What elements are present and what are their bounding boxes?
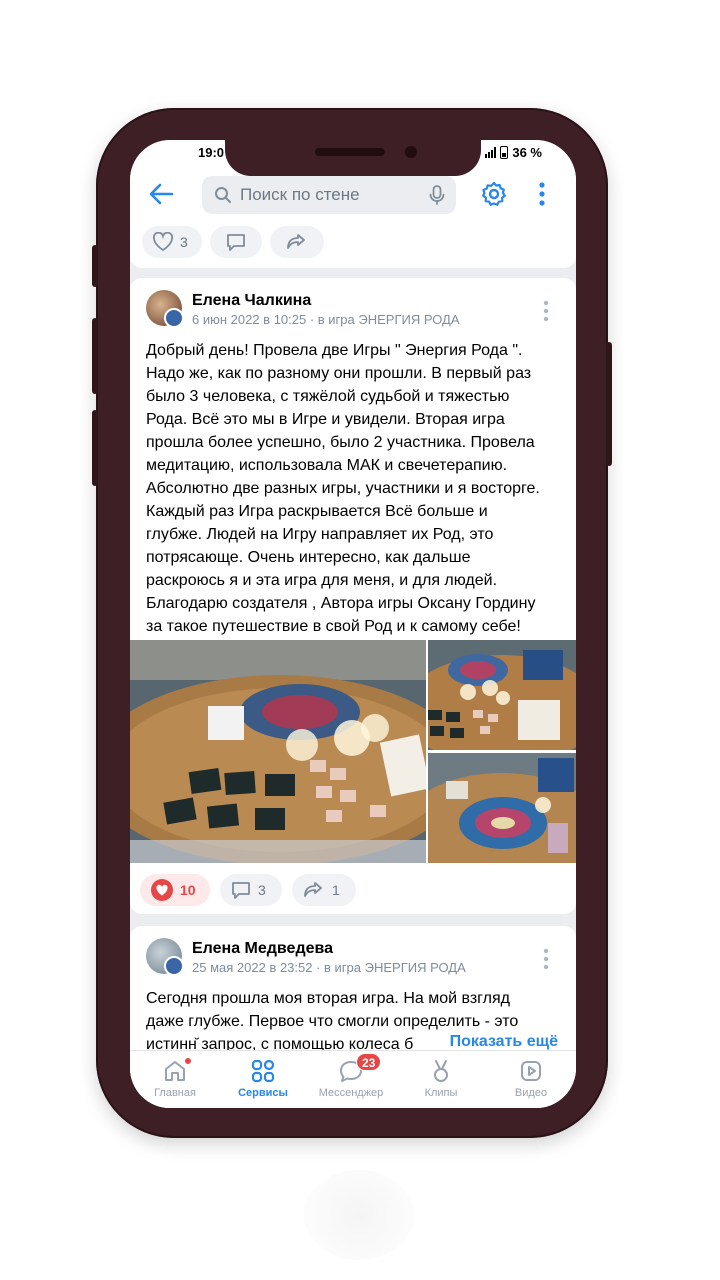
post-author[interactable]: Елена Чалкина: [192, 292, 311, 310]
comment-icon: [232, 882, 250, 899]
comment-button[interactable]: [210, 226, 262, 258]
phone-side-button-right: [606, 342, 612, 466]
post-line: Надо же, как по разному они прошли. В пе…: [146, 365, 532, 382]
clips-icon: [434, 1060, 448, 1082]
group-badge: [164, 308, 184, 328]
battery-icon: [500, 146, 509, 159]
heart-outline-icon: [152, 232, 174, 252]
post-line: за такое путешествие в свой Род и к само…: [146, 618, 521, 635]
like-count: 10: [180, 882, 196, 898]
post-line: было 3 человека, с тяжёлой судьбой и тяж…: [146, 388, 510, 405]
arrow-left-icon: [149, 183, 174, 205]
bottom-navigation: Главная Сервисы Мессенджер 23 Клипы Виде…: [130, 1050, 576, 1108]
post-line: прошла более успешно, было 2 участника. …: [146, 434, 535, 451]
post-card: Елена Чалкина 6 июн 2022 в 10:25 · в игр…: [130, 278, 576, 914]
more-menu-button[interactable]: [530, 180, 554, 208]
photo-grid: [130, 640, 576, 863]
phone-side-button-left-3: [92, 410, 98, 486]
speaker: [315, 148, 385, 156]
nav-label: Видео: [514, 1087, 548, 1099]
nav-label: Клипы: [424, 1087, 458, 1099]
comment-icon: [227, 234, 245, 251]
previous-post-actions: 3: [130, 222, 576, 268]
search-icon: [215, 187, 231, 203]
photo-table-candles: [130, 640, 426, 863]
nav-messenger[interactable]: Мессенджер 23: [306, 1053, 396, 1099]
nav-video[interactable]: Видео: [486, 1057, 576, 1099]
group-badge: [164, 956, 184, 976]
comment-button[interactable]: 3: [220, 874, 282, 906]
video-icon: [521, 1061, 541, 1081]
more-vertical-icon: [539, 182, 545, 206]
nav-label: Главная: [154, 1087, 196, 1099]
share-button[interactable]: [270, 226, 324, 258]
search-placeholder: Поиск по стене: [240, 185, 360, 204]
more-vertical-icon[interactable]: [543, 948, 549, 970]
share-icon: [304, 882, 322, 897]
post-meta[interactable]: 6 июн 2022 в 10:25 · в игра ЭНЕРГИЯ РОДА: [192, 312, 460, 327]
search-input[interactable]: Поиск по стене: [202, 176, 456, 214]
microphone-icon[interactable]: [428, 185, 446, 205]
share-icon: [287, 234, 305, 249]
post-line: Рода. Всё это мы в Игре и увидели. Втора…: [146, 411, 505, 428]
more-vertical-icon[interactable]: [543, 300, 549, 322]
nav-home[interactable]: Главная: [130, 1057, 220, 1099]
photo-top-right[interactable]: [428, 640, 576, 750]
post-line: потрясающе. Очень интересно, как дальше: [146, 549, 471, 566]
post-author[interactable]: Елена Медведева: [192, 940, 333, 958]
status-indicators: 36 %: [485, 145, 542, 160]
messenger-badge: 23: [356, 1053, 382, 1071]
battery-level: 36 %: [512, 145, 542, 160]
post-line: Каждый раз Игра раскрывается Всё больше …: [146, 503, 488, 520]
phone-screen: 19:0 36 % Поиск по стене 3 Елена Чалкина…: [130, 140, 576, 1108]
share-count: 1: [332, 882, 340, 898]
phone-notch: [225, 138, 481, 176]
nav-services[interactable]: Сервисы: [218, 1057, 308, 1099]
notification-dot: [184, 1057, 192, 1065]
photo-mandala: [428, 753, 576, 863]
settings-button[interactable]: [480, 180, 508, 208]
phone-side-button-left-2: [92, 318, 98, 394]
phone-side-button-left-1: [92, 245, 98, 287]
front-camera: [405, 146, 417, 158]
signal-icon: [485, 147, 497, 158]
post-line: раскроюсь я и эта игра для меня, и для л…: [146, 572, 498, 589]
like-count: 3: [180, 234, 188, 250]
heart-filled-icon: [151, 879, 173, 901]
like-button[interactable]: 3: [142, 226, 202, 258]
photo-bottom-right[interactable]: [428, 753, 576, 863]
photo-main[interactable]: [130, 640, 426, 863]
post-line: Добрый день! Провела две Игры " Энергия …: [146, 342, 523, 359]
nav-label: Сервисы: [238, 1087, 288, 1099]
share-button[interactable]: 1: [292, 874, 356, 906]
status-time: 19:0: [198, 145, 225, 160]
nav-clips[interactable]: Клипы: [396, 1057, 486, 1099]
photo-cards-candles: [428, 640, 576, 750]
comment-count: 3: [258, 882, 266, 898]
services-icon: [251, 1059, 275, 1083]
post-text: Добрый день! Провела две Игры " Энергия …: [146, 339, 566, 638]
post-line: глубже. Людей на Игру направляет их Род,…: [146, 526, 494, 543]
gear-icon: [482, 181, 506, 206]
post-line: Абсолютно две разных игры, участники и я…: [146, 480, 540, 497]
like-button[interactable]: 10: [140, 874, 210, 906]
post-line: даже глубже. Первое что смогли определит…: [146, 1013, 519, 1030]
post-line: Сегодня прошла моя вторая игра. На мой в…: [146, 990, 510, 1007]
post-line: медитацию, использовала МАК и свечетерап…: [146, 457, 508, 474]
nav-label: Мессенджер: [318, 1087, 384, 1099]
back-button[interactable]: [146, 180, 176, 208]
show-more-link[interactable]: Показать ещё: [443, 1033, 558, 1051]
watermark-glow: [304, 1170, 414, 1260]
post-meta[interactable]: 25 мая 2022 в 23:52 · в игра ЭНЕРГИЯ РОД…: [192, 960, 466, 975]
post-line: Благодарю создателя , Автора игры Оксану…: [146, 595, 536, 612]
